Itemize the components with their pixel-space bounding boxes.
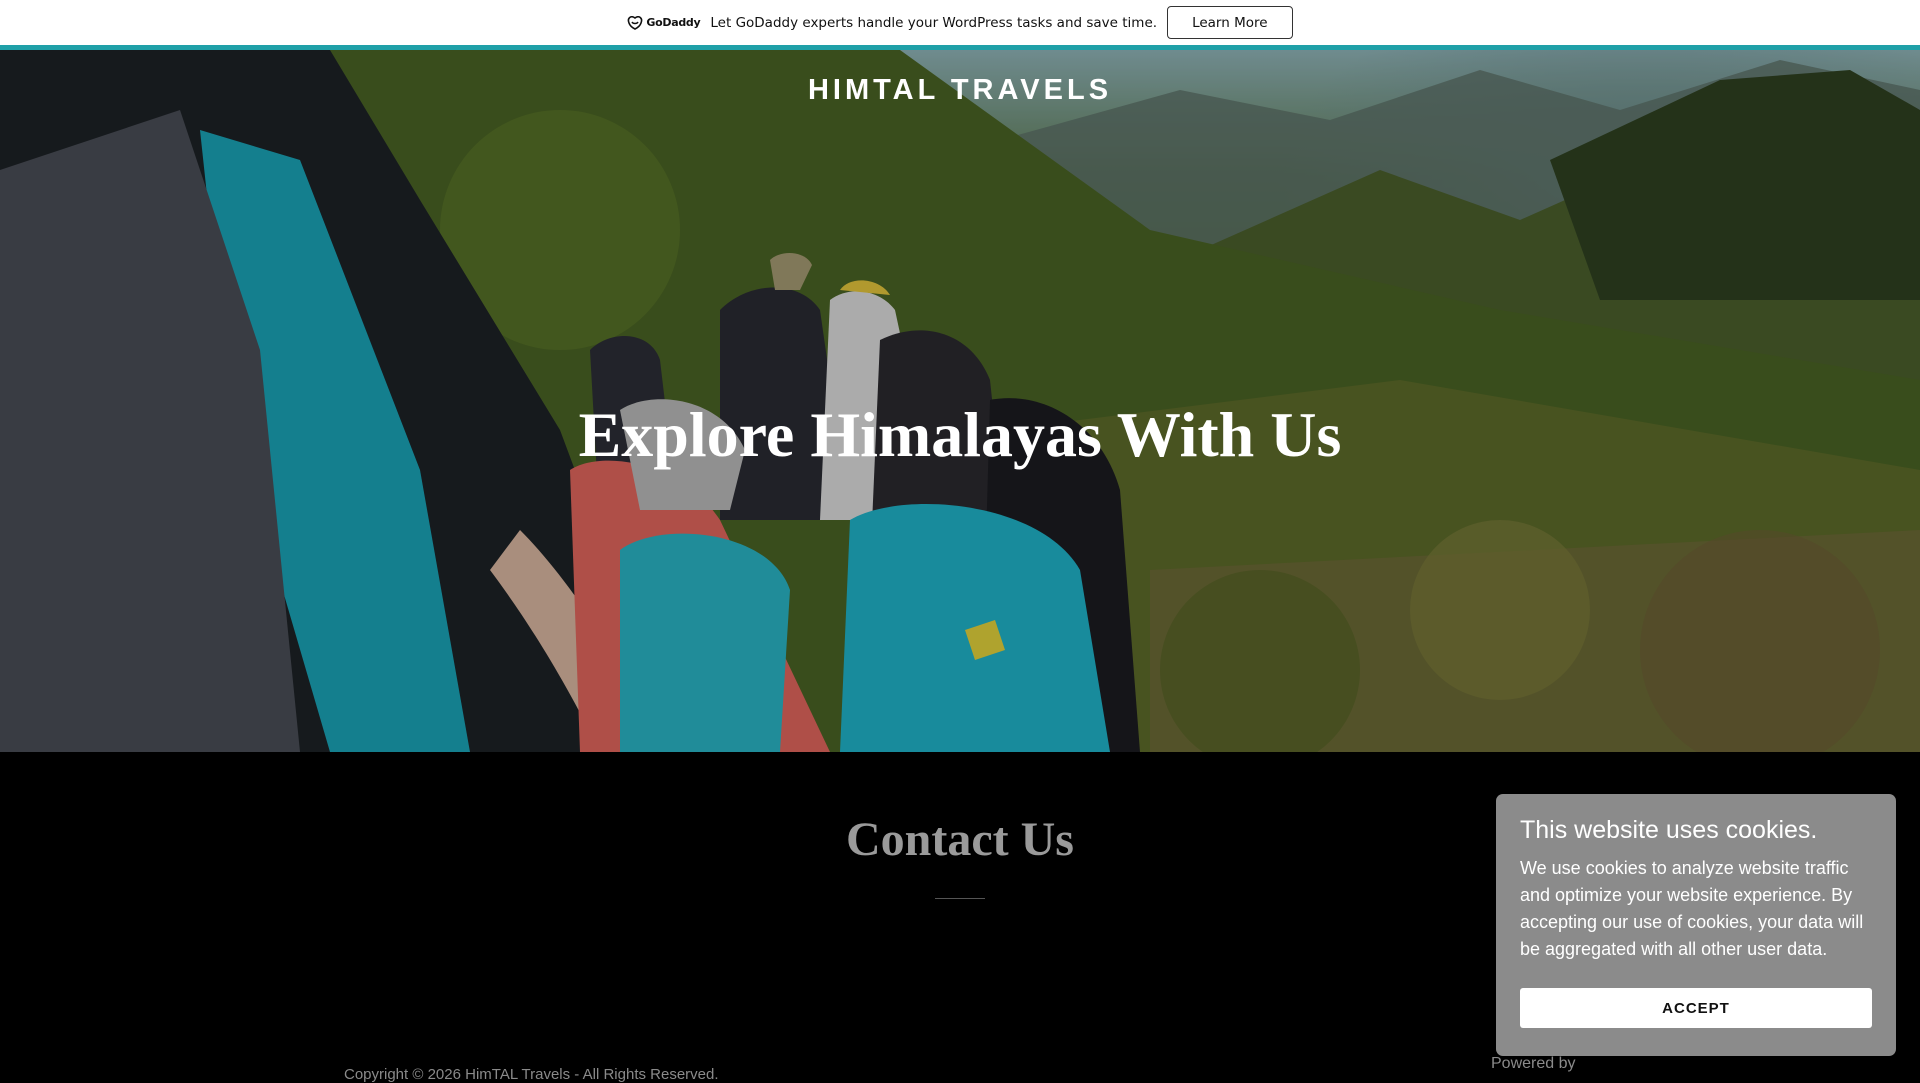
godaddy-logo: GoDaddy (627, 15, 701, 30)
site-title[interactable]: HIMTAL TRAVELS (0, 74, 1920, 107)
hero-section: HIMTAL TRAVELS Explore Himalayas With Us (0, 50, 1920, 752)
hero-heading: Explore Himalayas With Us (578, 399, 1342, 470)
contact-divider (935, 898, 985, 899)
copyright-text: Copyright © 2026 HimTAL Travels - All Ri… (344, 1066, 719, 1083)
cookie-title: This website uses cookies. (1520, 816, 1818, 844)
godaddy-logo-text: GoDaddy (646, 16, 701, 29)
promo-message: Let GoDaddy experts handle your WordPres… (710, 14, 1158, 31)
cookie-banner: This website uses cookies. We use cookie… (1496, 794, 1896, 1056)
cookie-body: We use cookies to analyze website traffi… (1520, 858, 1864, 959)
godaddy-icon (628, 15, 643, 30)
accept-cookies-button[interactable]: ACCEPT (1520, 988, 1872, 1028)
powered-by-text: Powered by (1491, 1055, 1576, 1072)
promo-banner: GoDaddy Let GoDaddy experts handle your … (0, 0, 1920, 45)
learn-more-button[interactable]: Learn More (1167, 6, 1293, 39)
